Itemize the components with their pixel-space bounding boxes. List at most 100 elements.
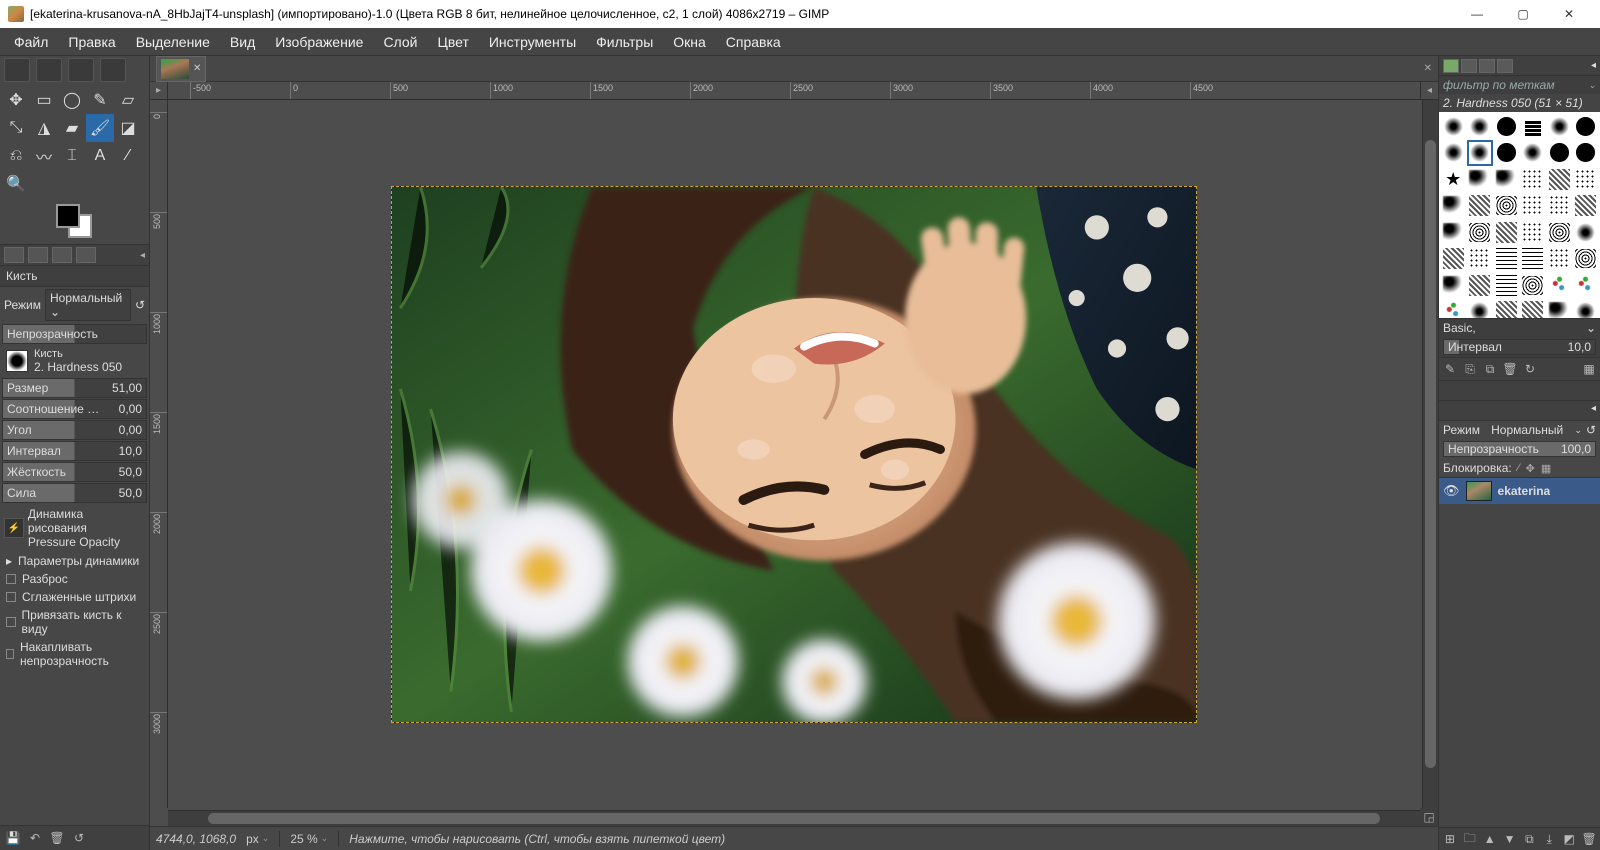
recent-tool-slot[interactable] (68, 58, 94, 82)
brush-cell[interactable] (1493, 299, 1520, 319)
smudge-tool[interactable]: 〰 (30, 142, 58, 170)
option-slider[interactable]: Жёсткость50,0 (2, 462, 147, 482)
vertical-ruler[interactable]: 050010001500200025003000 (150, 100, 168, 808)
brush-cell[interactable] (1573, 140, 1600, 167)
delete-layer-icon[interactable]: 🗑 (1580, 830, 1598, 848)
brush-cell[interactable] (1467, 166, 1494, 193)
transform-tool[interactable]: ⤡ (2, 114, 30, 142)
recent-tool-slot[interactable] (4, 58, 30, 82)
option-checkbox[interactable]: Накапливать непрозрачность (0, 638, 149, 670)
brush-cell[interactable] (1493, 166, 1520, 193)
reset-preset-icon[interactable]: ↺ (70, 829, 88, 847)
raise-layer-icon[interactable]: ▲ (1481, 830, 1499, 848)
brush-thumb[interactable] (6, 350, 28, 372)
brush-cell[interactable] (1493, 272, 1520, 299)
merge-layer-icon[interactable]: ⤓ (1540, 830, 1558, 848)
menu-edit[interactable]: Правка (58, 30, 125, 54)
brush-cell[interactable] (1493, 193, 1520, 220)
menu-layer[interactable]: Слой (373, 30, 427, 54)
opacity-slider[interactable]: Непрозрачность (2, 324, 147, 344)
brush-cell[interactable]: ★ (1440, 166, 1467, 193)
brush-cell[interactable] (1573, 113, 1600, 140)
horizontal-ruler[interactable]: -500050010001500200025003000350040004500 (168, 82, 1420, 100)
option-checkbox[interactable]: Сглаженные штрихи (0, 588, 149, 606)
new-layer-icon[interactable]: ⊞ (1441, 830, 1459, 848)
new-brush-icon[interactable]: ⎘ (1461, 360, 1479, 378)
brush-preset-select[interactable]: Basic, (1443, 321, 1586, 335)
horizontal-scrollbar[interactable] (168, 810, 1420, 826)
tab-fonts[interactable] (1479, 59, 1495, 73)
tab-history[interactable] (1497, 59, 1513, 73)
clone-tool[interactable]: ⎌ (2, 142, 30, 170)
navigation-icon[interactable]: ◲ (1420, 808, 1438, 826)
brush-cell[interactable] (1573, 166, 1600, 193)
mode-select[interactable]: Нормальный ⌄ (45, 289, 131, 321)
brush-cell[interactable] (1467, 246, 1494, 273)
menu-windows[interactable]: Окна (663, 30, 716, 54)
menu-help[interactable]: Справка (716, 30, 791, 54)
tab-patterns[interactable] (1461, 59, 1477, 73)
free-select-tool[interactable]: ◯ (58, 86, 86, 114)
option-slider[interactable]: Интервал10,0 (2, 441, 147, 461)
menu-view[interactable]: Вид (220, 30, 265, 54)
lower-layer-icon[interactable]: ▼ (1501, 830, 1519, 848)
brush-cell[interactable] (1546, 166, 1573, 193)
unit-select[interactable]: px⌄ (246, 832, 269, 846)
brush-cell[interactable] (1440, 113, 1467, 140)
option-slider[interactable]: Соотношение с...0,00 (2, 399, 147, 419)
layer-mode-select[interactable]: Нормальный (1484, 423, 1570, 437)
open-as-image-icon[interactable]: ▦ (1580, 360, 1598, 378)
layer-opacity-slider[interactable]: Непрозрачность100,0 (1443, 441, 1596, 457)
fuzzy-select-tool[interactable]: ✎ (86, 86, 114, 114)
layer-item[interactable]: 👁 ekaterina (1439, 478, 1600, 504)
brush-cell[interactable] (1520, 272, 1547, 299)
brush-cell[interactable] (1440, 193, 1467, 220)
dup-brush-icon[interactable]: ⧉ (1481, 360, 1499, 378)
edit-brush-icon[interactable]: ✎ (1441, 360, 1459, 378)
image-tab-close-icon[interactable]: ✕ (193, 63, 201, 74)
lock-position-icon[interactable]: ✥ (1526, 462, 1535, 475)
move-tool[interactable]: ✥ (2, 86, 30, 114)
brush-cell[interactable] (1546, 140, 1573, 167)
zoom-tool[interactable]: 🔍 (2, 170, 30, 198)
brush-cell[interactable] (1440, 272, 1467, 299)
tabs-close-icon[interactable]: ✕ (1424, 63, 1432, 74)
brush-cell[interactable] (1520, 140, 1547, 167)
recent-tool-slot[interactable] (36, 58, 62, 82)
brush-spacing-slider[interactable]: Интервал10,0 (1443, 339, 1596, 355)
brush-cell[interactable] (1493, 113, 1520, 140)
paintbrush-tool[interactable]: 🖌 (86, 114, 114, 142)
brush-cell[interactable] (1520, 166, 1547, 193)
brush-cell[interactable] (1493, 246, 1520, 273)
brush-cell[interactable] (1467, 272, 1494, 299)
dock-menu-icon[interactable]: ◂ (1591, 60, 1596, 71)
text-tool[interactable]: A (86, 142, 114, 170)
brush-cell[interactable] (1573, 272, 1600, 299)
delete-preset-icon[interactable]: 🗑 (48, 829, 66, 847)
close-button[interactable]: ✕ (1546, 0, 1592, 28)
tab-brushes[interactable] (1443, 59, 1459, 73)
brush-cell[interactable] (1467, 140, 1494, 167)
save-preset-icon[interactable]: 💾 (4, 829, 22, 847)
brush-cell[interactable] (1573, 219, 1600, 246)
visibility-icon[interactable]: 👁 (1443, 483, 1460, 499)
vertical-scrollbar[interactable] (1422, 100, 1438, 808)
minimize-button[interactable]: — (1454, 0, 1500, 28)
dyn-params[interactable]: Параметры динамики (18, 554, 139, 568)
zoom-select[interactable]: 25 %⌄ (290, 832, 328, 846)
menu-tools[interactable]: Инструменты (479, 30, 586, 54)
layer-name[interactable]: ekaterina (1498, 484, 1551, 498)
layer-mode-reverse-icon[interactable]: ↺ (1586, 423, 1596, 437)
warp-tool[interactable]: ◮ (30, 114, 58, 142)
brush-cell[interactable] (1520, 246, 1547, 273)
brush-cell[interactable] (1493, 140, 1520, 167)
brush-cell[interactable] (1520, 193, 1547, 220)
brush-cell[interactable] (1520, 299, 1547, 319)
restore-preset-icon[interactable]: ↶ (26, 829, 44, 847)
menu-image[interactable]: Изображение (265, 30, 373, 54)
menu-color[interactable]: Цвет (427, 30, 478, 54)
ruler-origin[interactable]: ▸ (150, 82, 168, 100)
crop-tool[interactable]: ▱ (114, 86, 142, 114)
del-brush-icon[interactable]: 🗑 (1501, 360, 1519, 378)
option-slider[interactable]: Размер51,00 (2, 378, 147, 398)
